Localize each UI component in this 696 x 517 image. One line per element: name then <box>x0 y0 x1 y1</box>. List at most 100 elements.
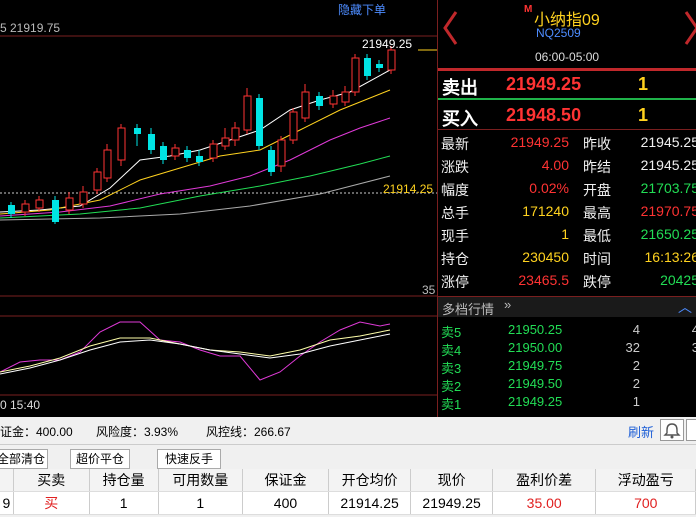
trade-panel: 证金：400.00 风险度：3.93% 风控线：266.67 刷新 全部清仓 超… <box>0 417 696 517</box>
risk-control-line-text: 风控线：266.67 <box>206 425 291 439</box>
candle-body <box>387 49 396 71</box>
stat-label: 最新 <box>441 136 469 152</box>
table-row[interactable]: 9 买 1 1 400 21914.25 21949.25 35.00 700 <box>0 491 696 515</box>
depth-row[interactable]: 卖2 21949.50 2 <box>438 375 696 394</box>
bid-price: 21948.50 <box>506 105 582 125</box>
depth-price: 21949.25 <box>508 394 563 409</box>
stat-label: 跌停 <box>583 274 611 290</box>
chevron-up-icon[interactable]: ︿ <box>678 297 692 317</box>
candle-body <box>316 96 323 106</box>
quote-stat-row: 总手 171240 最高 21970.75 <box>438 200 696 223</box>
cell-side: 买 <box>13 491 90 515</box>
candle-body <box>148 134 155 150</box>
quote-stat-row: 最新 21949.25 昨收 21945.25 <box>438 131 696 154</box>
depth-row[interactable]: 卖421950.00323 <box>438 339 696 358</box>
col-header-side[interactable]: 买卖 <box>13 469 90 492</box>
stat-label: 开盘 <box>583 182 611 198</box>
depth-expand-icon[interactable]: » <box>504 297 511 312</box>
positions-header-row: 买卖 持仓量 可用数量 保证金 开仓均价 现价 盈利价差 浮动盈亏 <box>0 469 696 492</box>
depth-header[interactable]: 多档行情 » ︿ <box>438 296 696 317</box>
scroll-right-icon[interactable] <box>686 419 696 441</box>
depth-qty2: 4 <box>692 322 696 337</box>
depth-row[interactable]: 卖521950.2544 <box>438 321 696 340</box>
stat-label: 持仓 <box>441 251 469 267</box>
stat-value: 21949.25 <box>510 134 569 150</box>
depth-title: 多档行情 <box>442 302 495 317</box>
stat-value: 4.00 <box>541 157 569 173</box>
cell-margin: 400 <box>242 491 329 515</box>
candle-body <box>117 127 126 161</box>
moving-average-line <box>0 89 391 215</box>
col-header-available[interactable]: 可用数量 <box>158 469 244 492</box>
stat-value: 230450 <box>522 249 569 265</box>
quote-stat-row: 涨跌 4.00 昨结 21945.25 <box>438 154 696 177</box>
stat-value: 21650.25 <box>640 226 696 242</box>
hide-order-link[interactable]: 隐藏下单 <box>338 1 386 18</box>
depth-label: 卖1 <box>441 397 462 412</box>
depth-price: 21949.50 <box>508 376 563 391</box>
close-all-button[interactable]: 全部清仓 <box>0 449 48 469</box>
col-header-floating-pnl[interactable]: 浮动盈亏 <box>595 469 696 492</box>
candle-body <box>196 156 203 162</box>
stat-value: 21945.25 <box>640 157 696 173</box>
ask-price: 21949.25 <box>506 74 582 94</box>
col-header-profit-spread[interactable]: 盈利价差 <box>492 469 597 492</box>
col-header-margin[interactable]: 保证金 <box>242 469 329 492</box>
bid-label: 买入 <box>442 109 478 129</box>
candle-body <box>79 191 88 205</box>
candle-body <box>341 91 350 103</box>
prev-contract-arrow-icon[interactable] <box>440 8 460 48</box>
stat-value: 1 <box>561 226 569 242</box>
bid-row[interactable]: 买入 21948.50 1 <box>438 100 696 129</box>
next-contract-arrow-icon[interactable] <box>682 8 696 48</box>
stats-divider <box>438 129 696 130</box>
chart-header-value: 5 21919.75 <box>0 21 61 35</box>
stat-value: 0.02% <box>529 180 569 196</box>
cell-profit-spread: 35.00 <box>492 491 597 515</box>
candle-body <box>231 127 240 141</box>
col-header-open-price[interactable]: 开仓均价 <box>328 469 412 492</box>
depth-row[interactable]: 卖1 21949.25 1 <box>438 393 696 412</box>
kline-chart[interactable] <box>0 0 437 417</box>
depth-row[interactable]: 卖3 21949.75 2 <box>438 357 696 376</box>
cell-position: 1 <box>89 491 159 515</box>
col-header-current-price[interactable]: 现价 <box>410 469 493 492</box>
candle-body <box>351 57 360 93</box>
stat-label: 昨收 <box>583 136 611 152</box>
cell-contract: 9 <box>0 491 14 515</box>
depth-price: 21949.75 <box>508 358 563 373</box>
candle-body <box>329 95 338 105</box>
candle-body <box>35 199 44 209</box>
candle-body <box>209 143 218 159</box>
candle-body <box>277 139 286 167</box>
stat-label: 昨结 <box>583 159 611 175</box>
col-header-contract[interactable] <box>0 469 14 492</box>
risk-degree-text: 风险度：3.93% <box>96 425 179 439</box>
macd-indicator-line <box>0 321 391 381</box>
depth-qty: 2 <box>632 358 640 373</box>
cell-available: 1 <box>158 491 244 515</box>
depth-price: 21950.25 <box>508 322 563 337</box>
candle-body <box>221 137 230 147</box>
stat-value: 23465.5 <box>518 272 569 288</box>
stat-label: 涨停 <box>441 274 469 290</box>
refresh-link[interactable]: 刷新 <box>628 422 654 441</box>
candle-body <box>65 197 74 211</box>
cell-floating-pnl: 700 <box>595 491 696 515</box>
candle-body <box>289 111 298 141</box>
col-header-position[interactable]: 持仓量 <box>89 469 159 492</box>
ask-row[interactable]: 卖出 21949.25 1 <box>438 71 696 98</box>
ask-qty: 1 <box>638 74 649 94</box>
candle-body <box>93 171 102 191</box>
candle-body <box>21 203 30 213</box>
kline-chart-panel[interactable]: 5 21919.75 隐藏下单 21949.25 21914.25 35 0 1… <box>0 0 437 417</box>
quick-reverse-button[interactable]: 快速反手 <box>157 449 221 469</box>
candle-body <box>8 205 15 214</box>
stat-value: 171240 <box>522 203 569 219</box>
stat-value: 16:13:26 <box>644 249 696 265</box>
candle-body <box>103 149 112 179</box>
candle-body <box>256 98 263 146</box>
bell-icon[interactable] <box>660 419 684 441</box>
super-close-button[interactable]: 超价平仓 <box>70 449 130 469</box>
depth-qty: 4 <box>632 322 640 337</box>
